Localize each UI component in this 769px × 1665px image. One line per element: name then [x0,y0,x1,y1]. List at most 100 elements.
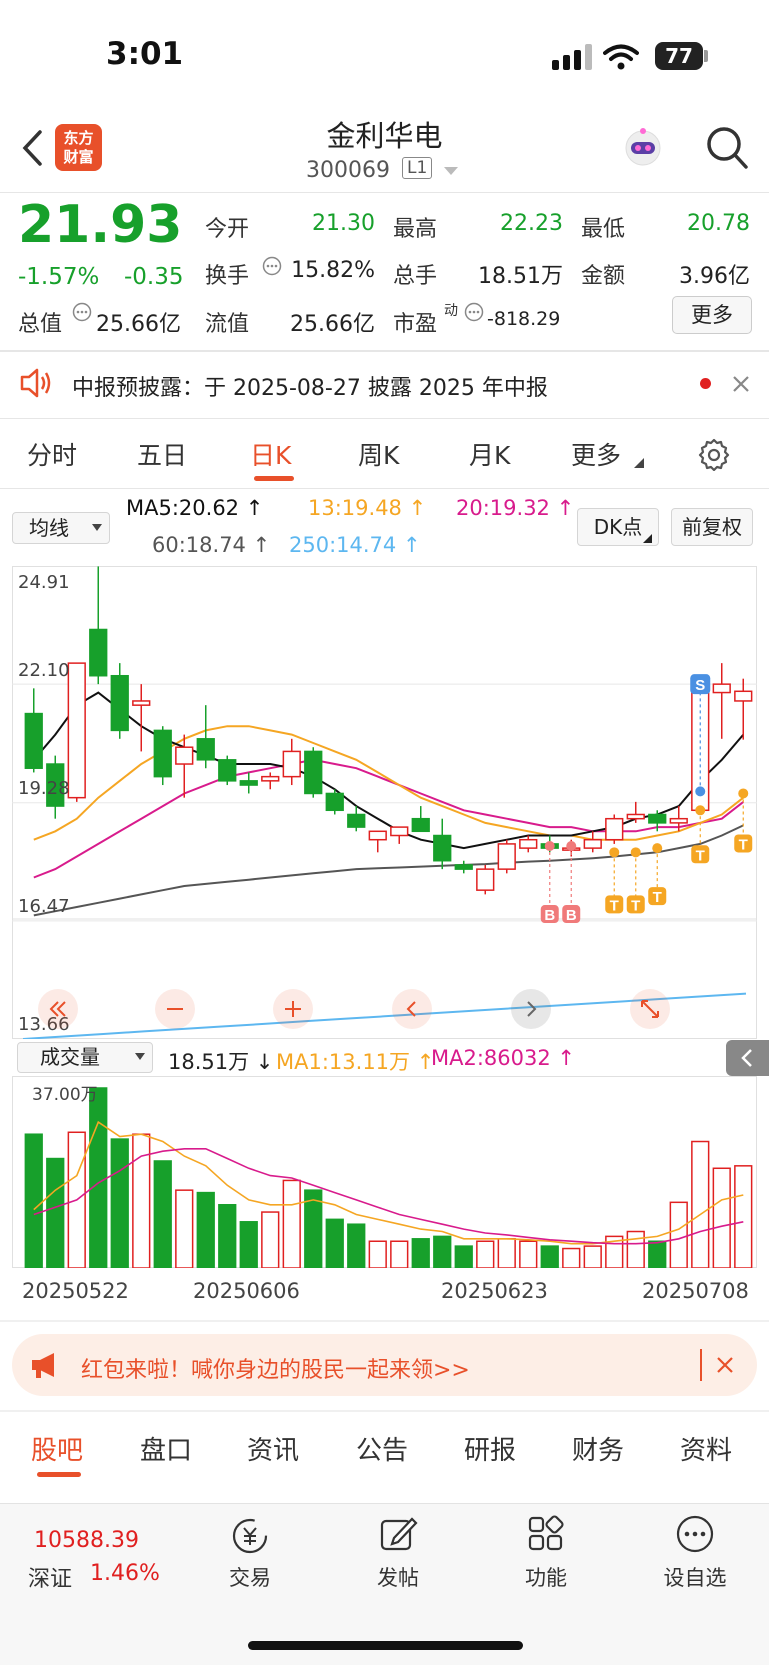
rewind-button[interactable] [38,989,78,1029]
screen: { "status": {"time": "3:01", "battery": … [0,0,769,1665]
volume-bar-down [347,1223,366,1268]
t-marker-dot [652,843,663,854]
kline-chart[interactable]: B BT T TTTS [12,566,757,1039]
float-label: 流值 [205,312,250,337]
volume-bar-up [562,1247,581,1268]
corner-arrow-icon [634,458,644,468]
gear-icon[interactable] [697,437,731,471]
nav-functions[interactable]: 功能 [496,1562,596,1592]
expand-icon [641,1000,659,1018]
trade-icon[interactable] [229,1516,271,1556]
search-icon[interactable] [706,126,748,170]
tab-more[interactable]: 更多 [571,436,621,472]
fullscreen-button[interactable] [630,989,670,1029]
candle-up [669,817,688,824]
tab-news[interactable]: 资讯 [247,1430,299,1467]
info-icon[interactable] [262,256,282,276]
volume-bar-up [261,1211,280,1268]
volume-bar-down [110,1138,129,1268]
volume-chart[interactable] [12,1076,757,1268]
promo-text[interactable]: 红包来啦！喊你身边的股民一起来领>> [81,1352,470,1384]
volume-label: 总手 [393,264,438,289]
nav-custom[interactable]: 设自选 [645,1562,745,1592]
indicator-select[interactable]: 成交量 [17,1042,153,1073]
tab-finance[interactable]: 财务 [572,1430,624,1467]
index-value[interactable]: 10588.39 [34,1528,139,1553]
tab-five-day[interactable]: 五日 [137,436,187,472]
chevron-left-icon [406,1001,416,1017]
volume-bar-down [454,1245,473,1268]
scroll-left-button[interactable] [392,989,432,1029]
low-label: 最低 [581,217,626,242]
close-icon[interactable] [716,1356,734,1374]
grid-icon[interactable] [527,1515,565,1553]
dropdown-icon[interactable] [444,167,458,177]
volume-bar-up [368,1240,387,1268]
info-icon[interactable] [72,302,92,322]
notice-text[interactable]: 中报预披露：于 2025-08-27 披露 2025 年中报 [72,370,548,402]
change-pct: -1.57% [18,264,100,290]
candle-up [261,775,280,782]
open-value: 21.30 [312,211,375,236]
buy-marker-letter: B [544,907,555,924]
nav-trade[interactable]: 交易 [200,1562,300,1592]
tab-profile[interactable]: 资料 [680,1430,732,1467]
signal-icon [552,44,592,70]
y-tick-label: 16.47 [18,896,70,917]
divider [0,1320,769,1322]
ma250-text: 250:14.74 [289,533,397,557]
volume-now-text: 18.51万 [168,1050,250,1074]
candle-up [626,813,645,820]
tab-monthly-k[interactable]: 月K [469,436,510,472]
pe-value: -818.29 [487,308,561,330]
volume-bar-down [433,1235,452,1268]
tab-weekly-k[interactable]: 周K [358,436,399,472]
plus-icon [285,1001,301,1017]
corner-arrow-icon [643,534,652,543]
candle-up [175,746,194,765]
collapse-panel-button[interactable] [726,1040,769,1076]
adjust-button[interactable]: 前复权 [671,508,753,546]
chevron-down-icon [135,1053,145,1060]
info-icon[interactable] [464,302,484,322]
tab-research[interactable]: 研报 [464,1430,516,1467]
ma13-line [33,725,744,841]
t-marker-dot [738,788,749,799]
pe-dynamic-label: 动 [444,303,458,319]
stock-code: 300069 [306,158,390,183]
divider [0,1410,769,1412]
candle-down [648,813,667,824]
x-tick-label: 20250522 [22,1279,129,1303]
divider [0,350,769,352]
turnover-label: 换手 [205,264,250,289]
sell-marker-letter: S [695,677,705,694]
more-button[interactable]: 更多 [672,296,752,334]
tab-daily-k[interactable]: 日K [250,436,291,472]
compose-icon[interactable] [378,1514,418,1554]
level-badge[interactable]: L1 [402,157,433,179]
tab-guba[interactable]: 股吧 [31,1430,83,1467]
volume-now: 18.51万 ↓ [168,1050,274,1074]
tab-intraday[interactable]: 分时 [27,436,77,472]
tab-announcements[interactable]: 公告 [356,1430,408,1467]
scroll-right-button[interactable] [511,989,551,1029]
ma20-value: 20:19.32 ↑ [456,496,575,520]
tab-pankou[interactable]: 盘口 [140,1430,192,1467]
volume-bar-down [153,1160,172,1268]
vol-ma1-text: MA1:13.11万 [276,1050,411,1074]
candle-up [132,700,151,706]
candle-up [368,830,387,841]
wifi-icon [603,44,639,70]
volume-bar-down [540,1245,559,1268]
pe-label: 市盈 [393,312,438,337]
volume-bar-up [734,1165,753,1268]
close-icon[interactable] [732,375,750,393]
zoom-in-button[interactable] [273,989,313,1029]
nav-post[interactable]: 发帖 [348,1562,448,1592]
robot-assistant-icon[interactable] [620,126,666,172]
zoom-out-button[interactable] [155,989,195,1029]
buy-marker-dot [566,841,577,852]
candle-down [325,792,344,812]
x-tick-label: 20250708 [642,1279,749,1303]
more-dots-icon[interactable] [675,1514,715,1554]
